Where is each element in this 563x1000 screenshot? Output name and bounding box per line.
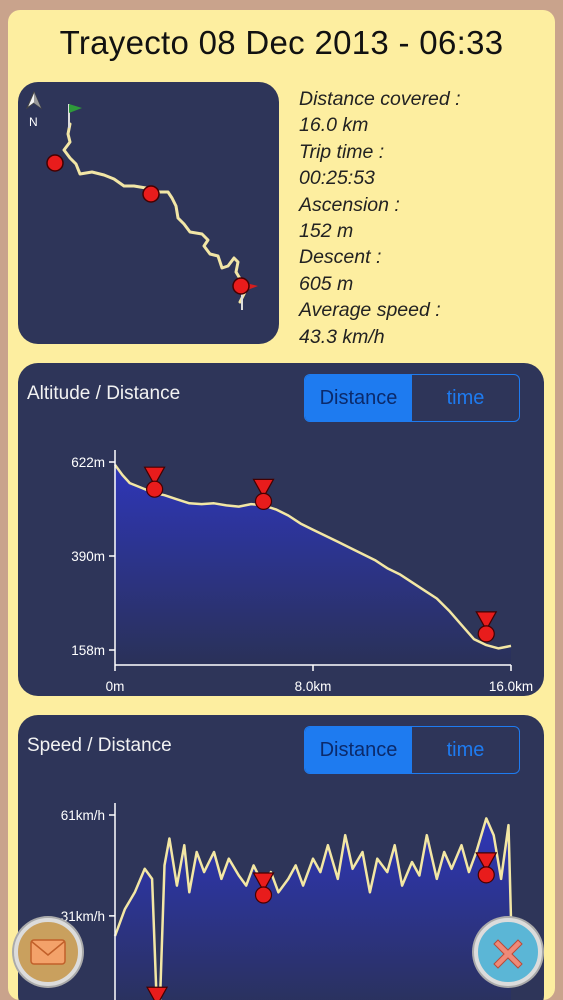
mail-icon bbox=[30, 939, 66, 965]
close-button[interactable] bbox=[474, 918, 542, 986]
close-icon bbox=[493, 939, 523, 969]
speed-axis-toggle[interactable]: Distance time bbox=[304, 726, 520, 774]
trip-time-label: Trip time : bbox=[299, 140, 385, 163]
altitude-x-tick-label: 0m bbox=[106, 679, 125, 694]
altitude-x-tick-label: 16.0km bbox=[489, 679, 533, 694]
trip-stats: Distance covered : 16.0 km Trip time : 0… bbox=[299, 86, 549, 350]
altitude-x-tick-label: 8.0km bbox=[295, 679, 332, 694]
altitude-axis-toggle[interactable]: Distance time bbox=[304, 374, 520, 422]
north-label: N bbox=[29, 115, 38, 129]
altitude-y-tick-label: 622m bbox=[71, 455, 105, 470]
speed-y-tick-label: 61km/h bbox=[61, 808, 105, 823]
descent-label: Descent : bbox=[299, 246, 382, 269]
altitude-marker[interactable] bbox=[146, 480, 164, 498]
ascension-label: Ascension : bbox=[299, 193, 400, 216]
speed-marker[interactable] bbox=[254, 886, 273, 904]
route-marker-end[interactable] bbox=[232, 277, 250, 295]
speed-chart-panel: 61km/h 31km/h Speed / Distance Distance t… bbox=[18, 715, 544, 1000]
route-marker-start[interactable] bbox=[46, 154, 64, 172]
route-map-canvas: N bbox=[25, 90, 258, 310]
route-marker-mid[interactable] bbox=[142, 185, 160, 203]
altitude-toggle-distance[interactable]: Distance bbox=[305, 375, 412, 421]
speed-marker[interactable] bbox=[477, 866, 495, 884]
speed-chart-title: Speed / Distance bbox=[27, 735, 172, 756]
speed-area bbox=[115, 818, 511, 1000]
speed-toggle-time[interactable]: time bbox=[412, 727, 519, 773]
altitude-y-tick-label: 158m bbox=[71, 643, 105, 658]
speed-toggle-distance[interactable]: Distance bbox=[305, 727, 412, 773]
route-map[interactable]: N bbox=[18, 82, 279, 344]
descent-value: 605 m bbox=[299, 272, 354, 295]
average-speed-label: Average speed : bbox=[299, 299, 441, 322]
ascension-value: 152 m bbox=[299, 220, 354, 243]
share-email-button[interactable] bbox=[14, 918, 82, 986]
average-speed-value: 43.3 km/h bbox=[299, 325, 385, 348]
distance-value: 16.0 km bbox=[299, 114, 369, 137]
page-title: Trayecto 08 Dec 2013 - 06:33 bbox=[59, 24, 504, 61]
altitude-marker[interactable] bbox=[477, 625, 495, 643]
trip-time-value: 00:25:53 bbox=[299, 167, 375, 190]
altitude-chart-title: Altitude / Distance bbox=[27, 383, 181, 404]
altitude-toggle-time[interactable]: time bbox=[412, 375, 519, 421]
altitude-y-tick-label: 390m bbox=[71, 549, 105, 564]
altitude-marker[interactable] bbox=[254, 492, 273, 510]
altitude-area bbox=[115, 464, 511, 665]
route-path bbox=[62, 122, 250, 304]
altitude-chart-panel: 622m 390m 158m 0m 8.0km 16.0km Altitude / Dis… bbox=[18, 363, 544, 696]
trip-sheet: Trayecto 08 Dec 2013 - 06:33 N Distance bbox=[8, 10, 555, 1000]
north-arrow-icon bbox=[25, 90, 43, 110]
distance-label: Distance covered : bbox=[299, 88, 461, 110]
